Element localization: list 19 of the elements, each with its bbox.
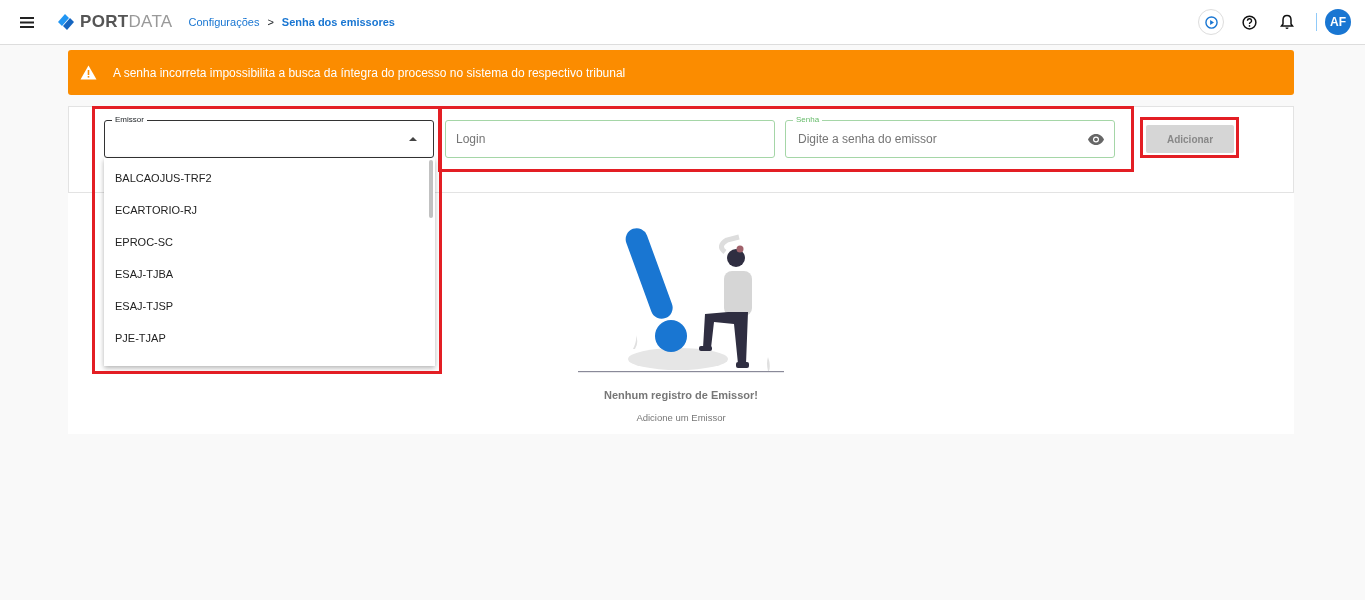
dropdown-option[interactable]: ESAJ-TJSP	[104, 290, 435, 322]
logo-text: PORTDATA	[80, 11, 173, 34]
breadcrumb-separator: >	[267, 14, 274, 30]
dropdown-option[interactable]: ECARTORIO-RJ	[104, 194, 435, 226]
scrollbar-thumb[interactable]	[429, 160, 433, 218]
empty-state-subtitle: Adicione um Emissor	[635, 410, 727, 425]
user-avatar[interactable]: AF	[1325, 9, 1351, 35]
dropdown-option[interactable]: PJE-TJAP	[104, 322, 435, 354]
dropdown-option[interactable]: EPROC-SC	[104, 226, 435, 258]
eye-icon[interactable]	[1088, 133, 1104, 145]
dropdown-option[interactable]: BALCAOJUS-TRF2	[104, 162, 435, 194]
empty-state-title: Nenhum registro de Emissor!	[602, 388, 759, 403]
breadcrumb-link[interactable]: Configurações	[188, 13, 260, 31]
dropdown-option[interactable]: ESAJ-TJBA	[104, 258, 435, 290]
warning-icon	[80, 65, 97, 80]
login-field[interactable]: Login	[445, 120, 775, 158]
breadcrumb-link[interactable]: Senha dos emissores	[281, 13, 395, 31]
logo-icon	[56, 13, 76, 31]
alert-message: A senha incorreta impossibilita a busca da íntegra do processo no sistema do respectivo tribunal	[113, 64, 626, 82]
